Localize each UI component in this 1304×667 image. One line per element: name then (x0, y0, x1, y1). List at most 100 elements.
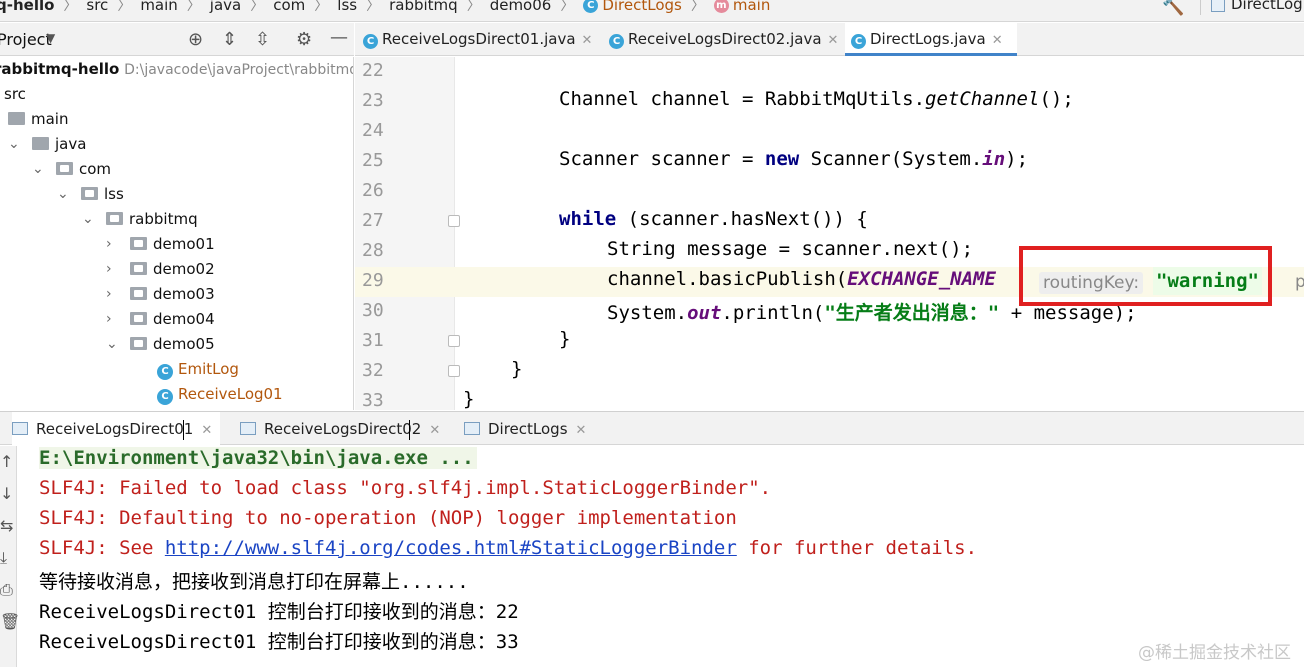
tree-item-demo02[interactable]: › demo02 (106, 257, 215, 282)
breadcrumb-main-method[interactable]: main (733, 0, 770, 14)
breadcrumb-items: q-hello 〉 src 〉 main 〉 java 〉 com 〉 lss … (0, 0, 770, 15)
fold-marker-icon[interactable] (448, 335, 460, 347)
source-folder-icon (32, 137, 49, 150)
print-icon[interactable]: ⎙ (0, 580, 17, 600)
tab-receivelogsdirect02[interactable]: C ReceiveLogsDirect02.java ✕ (609, 23, 838, 56)
build-hammer-icon[interactable]: 🔨 (1162, 0, 1184, 17)
tree-item-emitlog[interactable]: C EmitLog (157, 357, 239, 382)
breadcrumb-java[interactable]: java (210, 0, 241, 14)
arrow-up-icon[interactable]: ↑ (0, 452, 17, 471)
code-line-31: } (559, 328, 571, 350)
code-token: ); (1005, 148, 1029, 170)
console-output-line: ReceiveLogsDirect01 控制台打印接收到的消息：22 (39, 601, 519, 623)
package-icon (130, 262, 147, 275)
breadcrumb-demo06[interactable]: demo06 (490, 0, 552, 14)
tree-item-demo04[interactable]: › demo04 (106, 307, 215, 332)
tree-item-rabbitmq[interactable]: ⌄ rabbitmq (82, 207, 198, 232)
chevron-down-icon[interactable]: ▼ (46, 31, 55, 45)
line-number-current: 29 (362, 270, 384, 291)
run-configuration-selector[interactable]: DirectLog (1200, 0, 1303, 15)
fold-marker-icon[interactable] (448, 215, 460, 227)
package-icon (130, 337, 147, 350)
close-icon[interactable]: ✕ (201, 423, 212, 438)
code-static-field: in (982, 148, 1006, 170)
java-class-icon: C (157, 389, 173, 405)
close-icon[interactable]: ✕ (828, 33, 839, 48)
chevron-down-icon[interactable]: ⌄ (32, 157, 46, 182)
expand-all-icon[interactable]: ⇕ (222, 29, 237, 50)
close-icon[interactable]: ✕ (576, 423, 587, 438)
chevron-down-icon[interactable]: ⌄ (106, 332, 120, 357)
tab-directlogs[interactable]: C DirectLogs.java ✕ (845, 23, 1017, 56)
chevron-right-icon[interactable]: › (106, 282, 120, 307)
chevron-right-icon[interactable]: › (106, 232, 120, 257)
breadcrumb: q-hello 〉 src 〉 main 〉 java 〉 com 〉 lss … (0, 0, 1304, 22)
run-tab-label: DirectLogs (488, 420, 568, 438)
console-link[interactable]: http://www.slf4j.org/codes.html#StaticLo… (165, 537, 737, 559)
java-class-icon: C (583, 0, 599, 13)
tab-receivelogsdirect01[interactable]: C ReceiveLogsDirect01.java ✕ (363, 23, 592, 56)
run-tab-receivelogsdirect01[interactable]: ReceiveLogsDirect01 ✕ (12, 412, 221, 446)
tree-item-java[interactable]: ⌄ java (8, 132, 86, 157)
code-line-23: Channel channel = RabbitMqUtils.getChann… (559, 88, 1074, 110)
tab-label: ReceiveLogsDirect02.java (628, 30, 822, 48)
close-icon[interactable]: ✕ (582, 33, 593, 48)
chevron-right-icon[interactable]: › (106, 257, 120, 282)
hide-panel-icon[interactable]: — (330, 27, 348, 48)
breadcrumb-separator: 〉 (690, 0, 705, 14)
tree-item-label: demo04 (153, 310, 215, 328)
run-tab-directlogs[interactable]: DirectLogs ✕ (464, 412, 586, 446)
tree-item-demo03[interactable]: › demo03 (106, 282, 215, 307)
soft-wrap-icon[interactable]: ⇆ (0, 516, 17, 535)
chevron-right-icon[interactable]: › (106, 307, 120, 332)
close-icon[interactable]: ✕ (429, 423, 440, 438)
breadcrumb-separator: 〉 (466, 0, 481, 14)
code-line-27: while (scanner.hasNext()) { (559, 208, 868, 230)
code-token: Scanner(System. (799, 148, 983, 170)
fold-marker-icon[interactable] (448, 365, 460, 377)
tree-item-lss[interactable]: ⌄ lss (57, 182, 124, 207)
annotation-highlight-box (1019, 246, 1272, 306)
breadcrumb-main[interactable]: main (140, 0, 177, 14)
tree-item-label: com (79, 160, 112, 178)
tree-item-demo01[interactable]: › demo01 (106, 232, 215, 257)
scroll-to-end-icon[interactable]: ⤓ (0, 548, 17, 568)
project-view-selector[interactable]: Project (0, 30, 52, 49)
arrow-down-icon[interactable]: ↓ (0, 484, 17, 503)
code-line-32: } (511, 358, 523, 380)
trash-icon[interactable]: 🗑 (0, 612, 20, 631)
chevron-down-icon[interactable]: ⌄ (57, 182, 71, 207)
tree-item-src[interactable]: src (4, 82, 26, 107)
tree-item-label: demo01 (153, 235, 215, 253)
project-panel-header: Project ▼ ⊕ ⇕ ⇳ ⚙ — (0, 23, 354, 56)
tree-item-receivelog01[interactable]: C ReceiveLog01 (157, 382, 283, 407)
run-tab-receivelogsdirect02[interactable]: ReceiveLogsDirect02 ✕ (240, 412, 440, 446)
chevron-down-icon[interactable]: ⌄ (8, 132, 22, 157)
collapse-all-icon[interactable]: ⇳ (255, 29, 270, 50)
tree-item-demo05[interactable]: ⌄ demo05 (106, 332, 215, 357)
breadcrumb-lss[interactable]: lss (337, 0, 357, 14)
gear-icon[interactable]: ⚙ (296, 29, 312, 50)
java-class-icon: C (609, 34, 624, 49)
breadcrumb-src[interactable]: src (86, 0, 108, 14)
chevron-down-icon[interactable]: ⌄ (82, 207, 96, 232)
code-token-method: getChannel (925, 88, 1040, 110)
console-text: for further details. (736, 537, 978, 559)
breadcrumb-rabbitmq[interactable]: rabbitmq (389, 0, 458, 14)
tree-item-path: D:\javacode\javaProject\rabbitmq- (124, 62, 354, 78)
code-static-field: out (687, 302, 722, 324)
tree-item-rabbitmq-hello[interactable]: rabbitmq-hello D:\javacode\javaProject\r… (0, 57, 354, 82)
close-icon[interactable]: ✕ (992, 33, 1003, 48)
folder-icon (8, 112, 25, 125)
breadcrumb-separator: 〉 (63, 0, 78, 14)
breadcrumb-com[interactable]: com (273, 0, 305, 14)
code-line-33: } (463, 388, 475, 410)
tree-item-com[interactable]: ⌄ com (32, 157, 111, 182)
project-tree: rabbitmq-hello D:\javacode\javaProject\r… (0, 57, 354, 410)
breadcrumb-project[interactable]: q-hello (0, 0, 54, 14)
locate-target-icon[interactable]: ⊕ (188, 29, 203, 50)
breadcrumb-separator: 〉 (560, 0, 575, 14)
code-token: .println( (721, 302, 825, 324)
breadcrumb-directlogs[interactable]: DirectLogs (602, 0, 682, 14)
tree-item-main[interactable]: main (8, 107, 68, 132)
